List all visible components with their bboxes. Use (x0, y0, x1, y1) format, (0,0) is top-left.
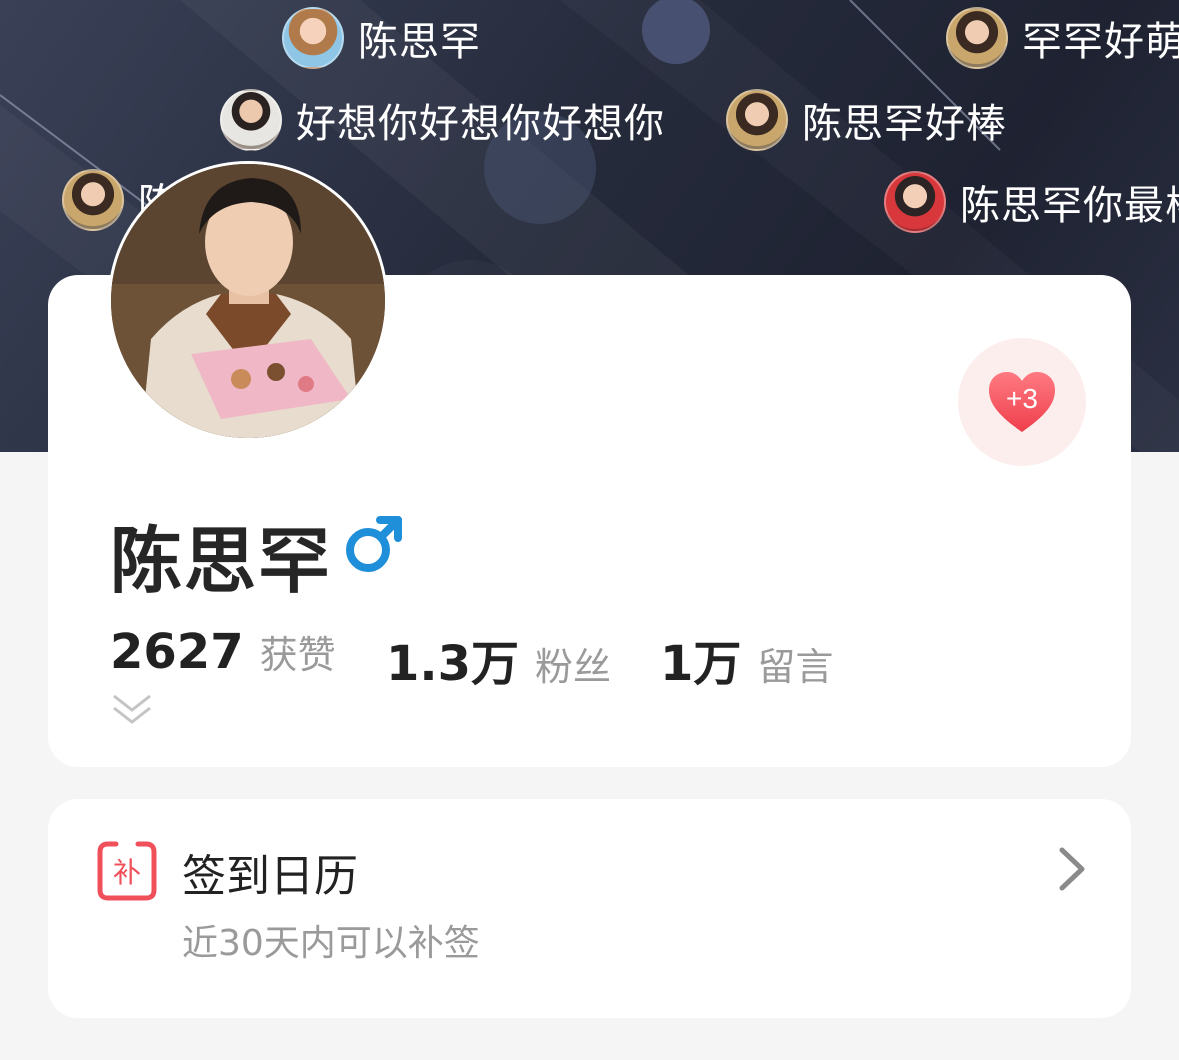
checkin-calendar-card[interactable] (48, 799, 1131, 1018)
makeup-checkin-icon: 补 (97, 841, 157, 901)
danmaku-item: 陈思罕好棒 (726, 88, 1007, 152)
avatar-boy-icon (62, 169, 124, 231)
stat-value: 1万 (660, 636, 742, 692)
like-button[interactable]: +3 (958, 338, 1086, 466)
stat-value: 1.3万 (386, 636, 520, 692)
stat-label: 粉丝 (535, 645, 612, 689)
profile-name: 陈思罕 (110, 519, 333, 603)
danmaku-text: 陈思罕你最棒 (960, 183, 1179, 229)
stat-likes: 2627 获赞 (110, 624, 336, 680)
danmaku-text: 好想你好想你好想你 (296, 101, 665, 147)
danmaku-item: 陈思罕 (282, 6, 481, 70)
like-badge: +3 (1006, 383, 1038, 414)
checkin-icon-char: 补 (113, 856, 141, 889)
avatar-girl-icon (282, 7, 344, 69)
stat-value: 2627 (110, 624, 244, 680)
stat-label: 留言 (757, 645, 834, 689)
avatar-boy-icon (946, 7, 1008, 69)
danmaku-item: 陈思罕你最棒 (884, 170, 1179, 234)
avatar-boy-icon (884, 171, 946, 233)
profile-avatar[interactable] (108, 161, 388, 441)
stat-fans[interactable]: 1.3万 粉丝 (386, 624, 611, 694)
stat-label: 获赞 (259, 633, 336, 677)
danmaku-text: 陈思罕 (358, 19, 481, 65)
danmaku-text: 罕罕好萌 (1022, 19, 1179, 65)
avatar-boy-icon (726, 89, 788, 151)
danmaku-item: 好想你好想你好想你 (220, 88, 665, 152)
checkin-title: 签到日历 (182, 851, 358, 902)
avatar-photo-icon (111, 164, 385, 438)
avatar-boy-icon (220, 89, 282, 151)
stat-messages[interactable]: 1万 留言 (660, 624, 833, 694)
heart-icon: +3 (989, 372, 1055, 432)
male-gender-icon (346, 516, 402, 572)
danmaku-text: 陈思罕好棒 (802, 101, 1007, 147)
danmaku-item: 罕罕好萌 (946, 6, 1179, 70)
expand-chevron-icon[interactable] (112, 692, 152, 728)
chevron-right-icon[interactable] (1054, 846, 1088, 892)
checkin-subtitle: 近30天内可以补签 (182, 923, 480, 964)
